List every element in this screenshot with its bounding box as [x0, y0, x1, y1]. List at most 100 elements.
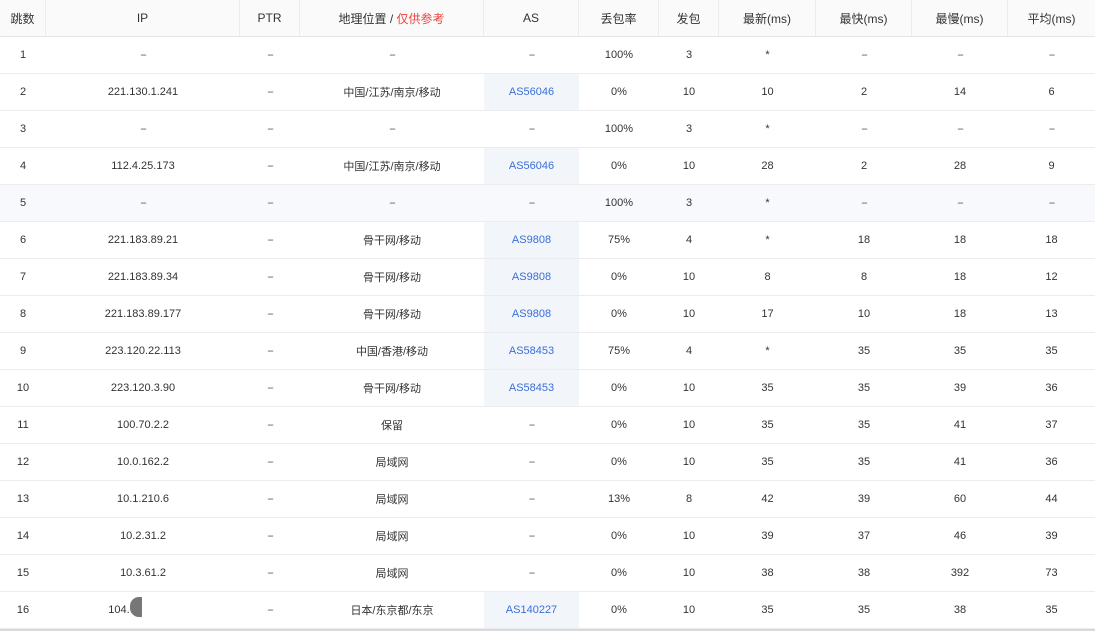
cell-geo: 局域网: [375, 494, 409, 506]
cell-avg: 18: [1045, 234, 1058, 246]
cell-hop: 7: [19, 271, 27, 283]
cell-sent: 10: [682, 419, 696, 431]
table-row: 6 221.183.89.21 -- 骨干网/移动 AS9808 75% 4 * 18 18 18: [0, 222, 1095, 259]
as-link[interactable]: AS140227: [506, 604, 557, 616]
as-link[interactable]: AS9808: [512, 234, 551, 246]
cell-loss: 0%: [611, 271, 627, 283]
cell-ip: --: [140, 197, 146, 209]
cell-loss: 13%: [607, 493, 631, 505]
cell-sent: 10: [682, 530, 696, 542]
cell-geo: 局域网: [375, 568, 409, 580]
cell-sent: 3: [685, 49, 693, 61]
cell-hop: 16: [16, 604, 30, 616]
cell-as: --: [528, 123, 535, 135]
header-hop: 跳数: [0, 0, 46, 36]
cell-worst: 35: [953, 345, 967, 357]
cell-avg: 36: [1045, 456, 1058, 468]
cell-geo: 日本/东京都/东京: [350, 605, 434, 617]
cell-as: AS140227: [484, 592, 579, 628]
cell-geo: 局域网: [375, 457, 409, 469]
cell-last: 39: [761, 530, 774, 542]
cell-worst: 18: [953, 271, 967, 283]
cell-hop: 9: [19, 345, 27, 357]
table-row: 11 100.70.2.2 -- 保留 -- 0% 10 35 35 41 37: [0, 407, 1095, 444]
table-row: 16 104. -- 日本/东京都/东京 AS140227 0% 10 35 35 38 35: [0, 592, 1095, 629]
cell-last: 28: [761, 160, 774, 172]
cell-as: AS9808: [484, 296, 579, 332]
cell-ptr: --: [267, 567, 273, 579]
cell-ip: 221.130.1.241: [107, 86, 179, 98]
table-row: 2 221.130.1.241 -- 中国/江苏/南京/移动 AS56046 0% 10 10…: [0, 74, 1095, 111]
cell-sent: 10: [682, 382, 696, 394]
cell-avg: 12: [1045, 271, 1058, 283]
as-link[interactable]: AS9808: [512, 308, 551, 320]
cell-avg: --: [1048, 197, 1055, 209]
header-sent: 发包: [659, 0, 719, 36]
as-link[interactable]: AS56046: [509, 160, 554, 172]
cell-as: --: [528, 197, 535, 209]
cell-avg: 9: [1048, 160, 1055, 172]
cell-as: --: [528, 456, 535, 468]
cell-ip: 221.183.89.177: [104, 308, 182, 320]
table-row: 12 10.0.162.2 -- 局域网 -- 0% 10 35 35 41 36: [0, 444, 1095, 481]
cell-geo: --: [389, 197, 395, 209]
as-link[interactable]: AS9808: [512, 271, 551, 283]
cell-sent: 10: [682, 160, 696, 172]
cell-best: 35: [857, 604, 871, 616]
table-row: 15 10.3.61.2 -- 局域网 -- 0% 10 38 38 392 73: [0, 555, 1095, 592]
cell-best: --: [861, 49, 867, 61]
cell-ip: 10.0.162.2: [117, 456, 169, 468]
cell-ptr: --: [267, 382, 273, 394]
cell-loss: 0%: [611, 567, 627, 579]
cell-avg: 6: [1048, 86, 1055, 98]
redaction-blank: [141, 600, 178, 620]
cell-ip: 223.120.3.90: [110, 382, 176, 394]
cell-ptr: --: [267, 160, 273, 172]
table-row: 8 221.183.89.177 -- 骨干网/移动 AS9808 0% 10 17 10 18 1…: [0, 296, 1095, 333]
cell-worst: 38: [953, 604, 967, 616]
cell-sent: 10: [682, 86, 696, 98]
as-link[interactable]: AS58453: [509, 345, 554, 357]
cell-last: 35: [761, 382, 774, 394]
cell-sent: 3: [685, 197, 693, 209]
cell-worst: 18: [953, 308, 967, 320]
cell-last: 35: [761, 419, 774, 431]
cell-as: AS56046: [484, 74, 579, 110]
cell-worst: 18: [953, 234, 967, 246]
cell-ip: 10.2.31.2: [120, 530, 166, 542]
header-worst: 最慢(ms): [912, 0, 1008, 36]
cell-worst: --: [957, 49, 963, 61]
cell-geo: --: [389, 49, 395, 61]
cell-ptr: --: [267, 604, 273, 616]
table-row: 1 -- -- -- -- 100% 3 * -- -- --: [0, 37, 1095, 74]
as-link[interactable]: AS56046: [509, 86, 554, 98]
cell-ptr: --: [267, 345, 273, 357]
cell-avg: 44: [1045, 493, 1058, 505]
cell-sent: 10: [682, 456, 696, 468]
cell-sent: 3: [685, 123, 693, 135]
cell-avg: --: [1048, 123, 1055, 135]
cell-last: 17: [761, 308, 774, 320]
cell-avg: 13: [1045, 308, 1058, 320]
cell-as: AS9808: [484, 259, 579, 295]
cell-worst: 46: [953, 530, 967, 542]
cell-geo: 骨干网/移动: [362, 235, 422, 247]
cell-worst: --: [957, 123, 963, 135]
cell-ptr: --: [267, 271, 273, 283]
cell-loss: 0%: [611, 530, 627, 542]
cell-hop: 8: [19, 308, 27, 320]
cell-as: --: [528, 567, 535, 579]
cell-geo: 骨干网/移动: [362, 272, 422, 284]
cell-loss: 75%: [607, 345, 631, 357]
cell-last: 35: [761, 604, 774, 616]
cell-hop: 13: [16, 493, 30, 505]
cell-worst: 28: [953, 160, 967, 172]
cell-worst: 392: [950, 567, 970, 579]
cell-ptr: --: [267, 419, 273, 431]
cell-ptr: --: [267, 530, 273, 542]
ip-text: 104.: [108, 604, 130, 616]
header-loss: 丢包率: [579, 0, 659, 36]
cell-ptr: --: [267, 197, 273, 209]
cell-ptr: --: [267, 86, 273, 98]
as-link[interactable]: AS58453: [509, 382, 554, 394]
